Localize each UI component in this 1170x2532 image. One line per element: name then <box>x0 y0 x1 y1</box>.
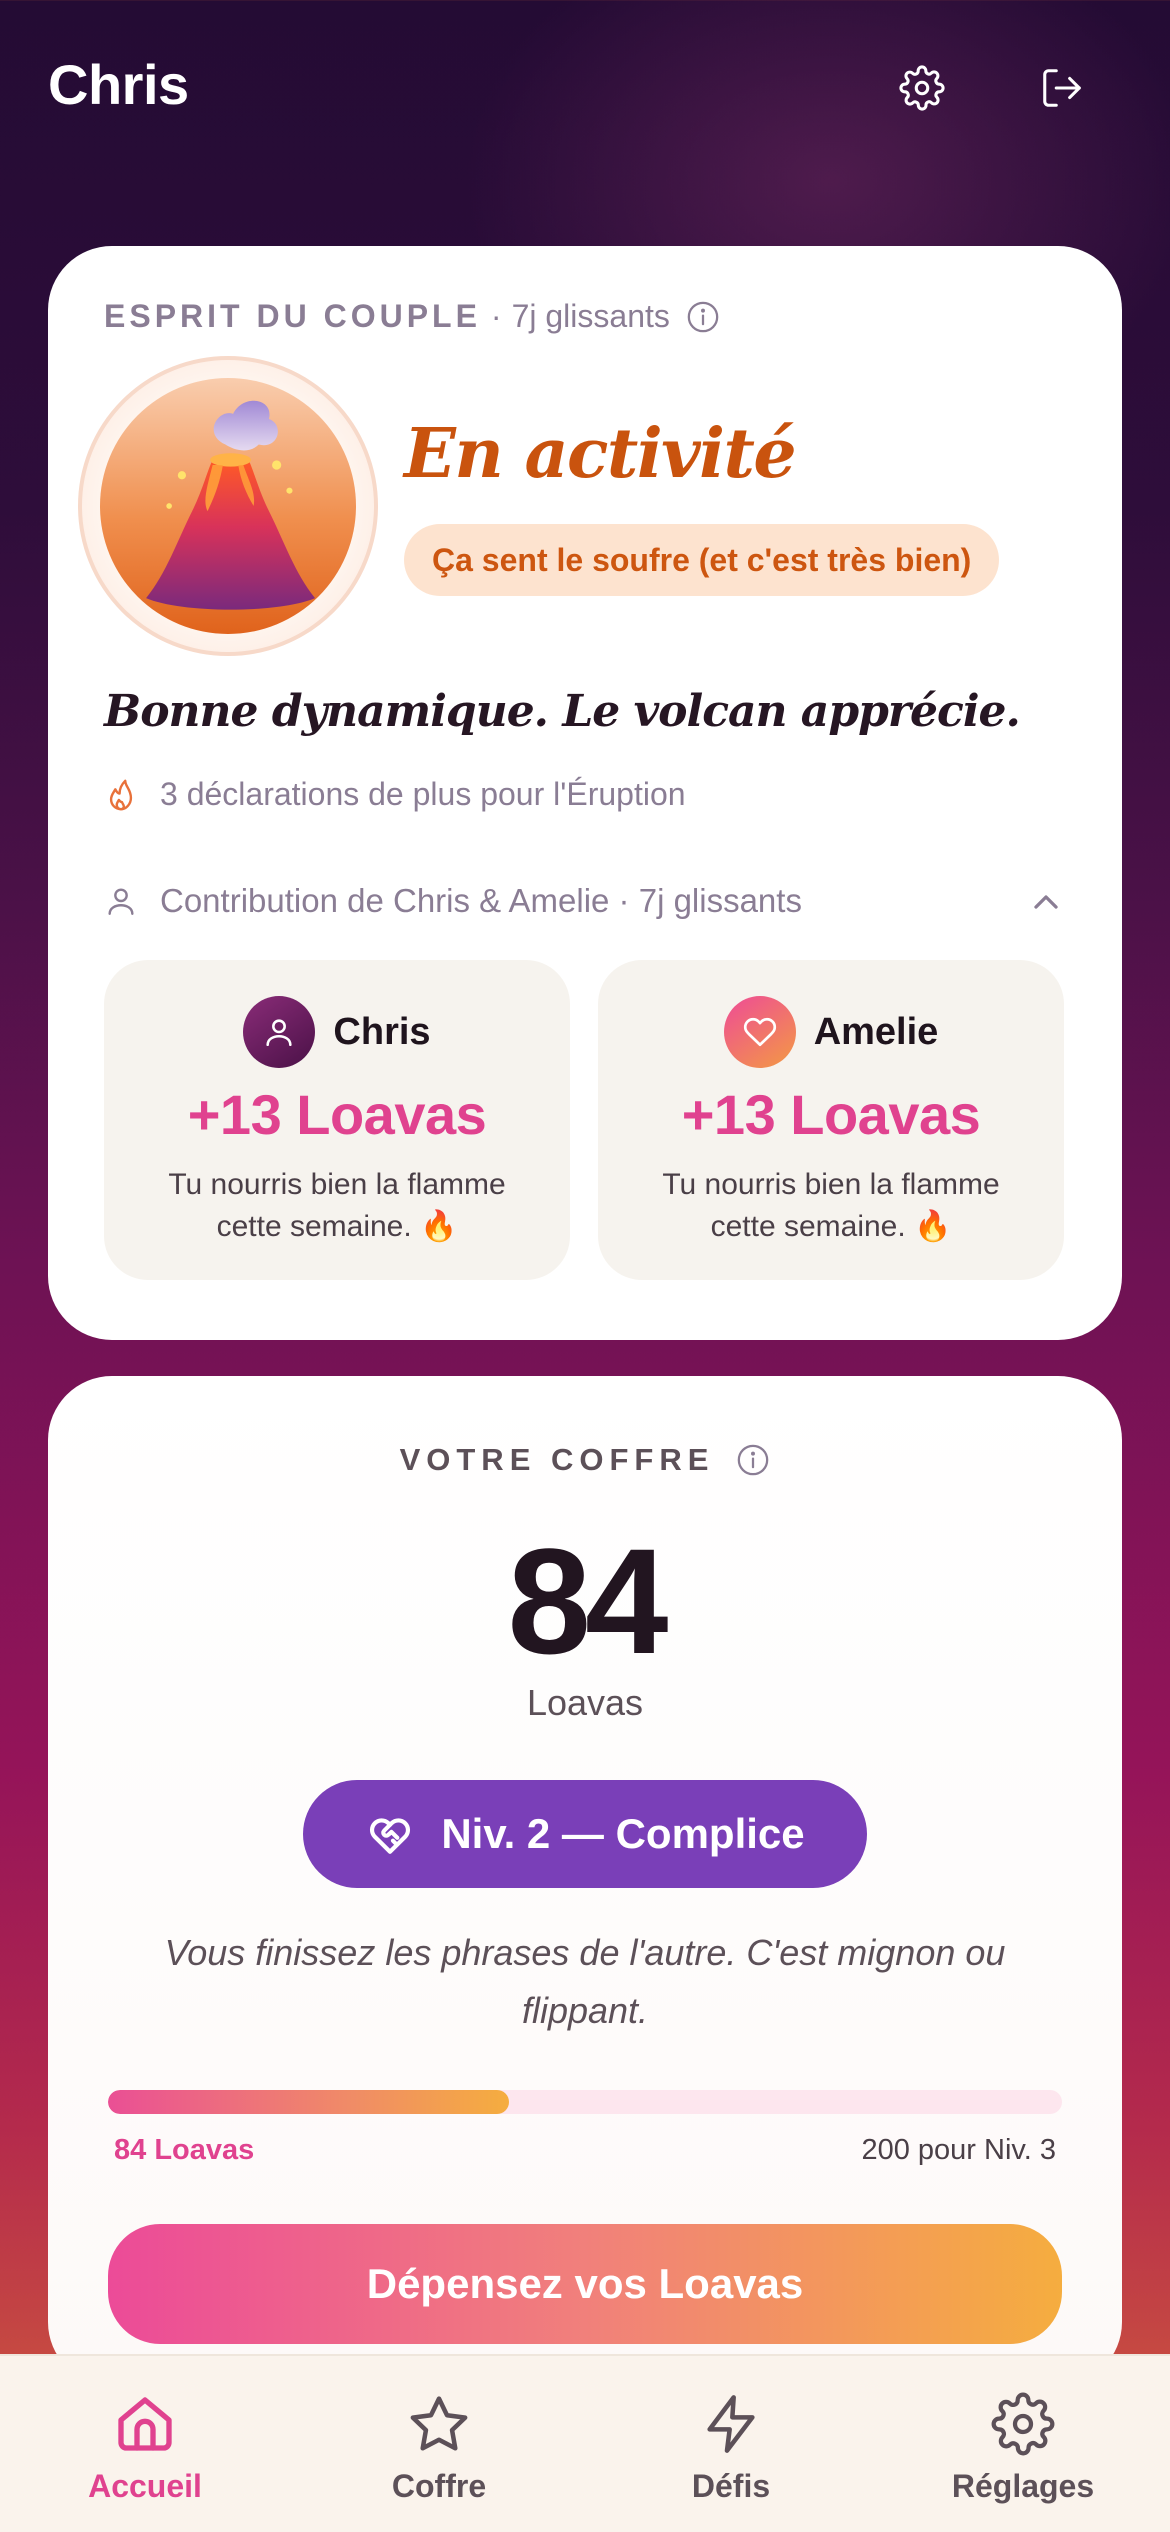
spend-loavas-button[interactable]: Dépensez vos Loavas <box>108 2224 1062 2344</box>
flame-icon <box>109 779 133 810</box>
partner-message: Tu nourris bien la flamme cette semaine.… <box>662 1168 1000 1243</box>
logout-icon <box>1043 69 1081 107</box>
heart-icon <box>743 1017 776 1047</box>
contribution-label: Contribution de Chris & Amelie · 7j glis… <box>160 882 802 919</box>
nav-label: Accueil <box>88 2468 202 2504</box>
eruption-hint-text: 3 déclarations de plus pour l'Éruption <box>160 776 686 812</box>
volcano-icon <box>100 378 356 634</box>
vault-card: VOTRE COFFRE 84 Loavas Niv. 2 — Complice… <box>48 1376 1122 2386</box>
nav-item-accueil[interactable]: Accueil <box>25 2356 265 2532</box>
chevron-up-icon <box>1034 895 1058 909</box>
person-icon <box>266 1019 293 1047</box>
nav-label: Défis <box>691 2468 771 2504</box>
progress-target: 200 pour Niv. 3 <box>861 2134 1056 2166</box>
partner-name: Chris <box>333 1010 431 1053</box>
partner-amount: +13 Loavas <box>681 1083 981 1146</box>
nav-label: Coffre <box>391 2468 487 2504</box>
progress-current: 84 Loavas <box>114 2134 255 2166</box>
spirit-window: 7j glissants <box>511 298 670 334</box>
info-icon[interactable] <box>736 1443 770 1477</box>
partner-header: Chris <box>104 996 570 1068</box>
info-icon[interactable] <box>686 300 720 334</box>
partner-card-amelie: Amelie +13 Loavas Tu nourris bien la fla… <box>598 960 1064 1280</box>
top-bar: Chris <box>0 0 1170 180</box>
avatar <box>243 996 316 1068</box>
partner-header: Amelie <box>598 996 1064 1068</box>
settings-button[interactable] <box>894 60 950 116</box>
logout-button[interactable] <box>1034 60 1090 116</box>
vault-label: VOTRE COFFRE <box>399 1442 715 1477</box>
partner-name: Amelie <box>813 1010 939 1053</box>
nav-item-defis[interactable]: Défis <box>611 2356 851 2532</box>
spirit-header: ESPRIT DU COUPLE · 7j glissants <box>104 298 720 335</box>
partner-card-chris: Chris +13 Loavas Tu nourris bien la flam… <box>104 960 570 1280</box>
home-icon <box>118 2397 172 2451</box>
lightning-icon <box>707 2395 755 2453</box>
level-badge[interactable]: Niv. 2 — Complice <box>303 1780 867 1888</box>
gear-icon <box>899 65 945 111</box>
separator-dot: · <box>490 298 502 334</box>
star-icon <box>410 2396 468 2451</box>
vault-header: VOTRE COFFRE <box>48 1442 1122 1478</box>
contribution-toggle[interactable]: Contribution de Chris & Amelie · 7j glis… <box>104 882 1066 920</box>
level-label: Niv. 2 — Complice <box>441 1810 805 1857</box>
bottom-navigation: Accueil Coffre Défis Réglages <box>0 2354 1170 2532</box>
level-description: Vous finissez les phrases de l'autre. C'… <box>164 1932 1006 2031</box>
level-progress-fill <box>108 2090 509 2114</box>
nav-item-coffre[interactable]: Coffre <box>319 2356 559 2532</box>
status-badge: Ça sent le soufre (et c'est très bien) <box>404 524 1000 596</box>
level-progress-bar <box>108 2090 1062 2114</box>
handshake-heart-icon <box>370 1818 411 1854</box>
couple-spirit-card: ESPRIT DU COUPLE · 7j glissants En activ… <box>48 246 1122 1340</box>
gear-icon <box>991 2392 1055 2456</box>
vault-amount: 84 <box>507 1517 669 1685</box>
avatar <box>723 996 796 1068</box>
person-icon <box>108 888 134 915</box>
volcano-illustration <box>78 356 378 656</box>
vault-unit: Loavas <box>526 1682 644 1723</box>
dynamic-tagline: Bonne dynamique. Le volcan apprécie. <box>104 686 1021 737</box>
eruption-hint: 3 déclarations de plus pour l'Éruption <box>104 776 686 813</box>
partner-amount: +13 Loavas <box>187 1083 487 1146</box>
status-title: En activité <box>404 414 797 494</box>
partner-message: Tu nourris bien la flamme cette semaine.… <box>168 1168 506 1243</box>
nav-item-reglages[interactable]: Réglages <box>903 2356 1143 2532</box>
nav-label: Réglages <box>951 2468 1095 2504</box>
spirit-label: ESPRIT DU COUPLE <box>104 298 481 334</box>
user-name: Chris <box>48 53 189 116</box>
